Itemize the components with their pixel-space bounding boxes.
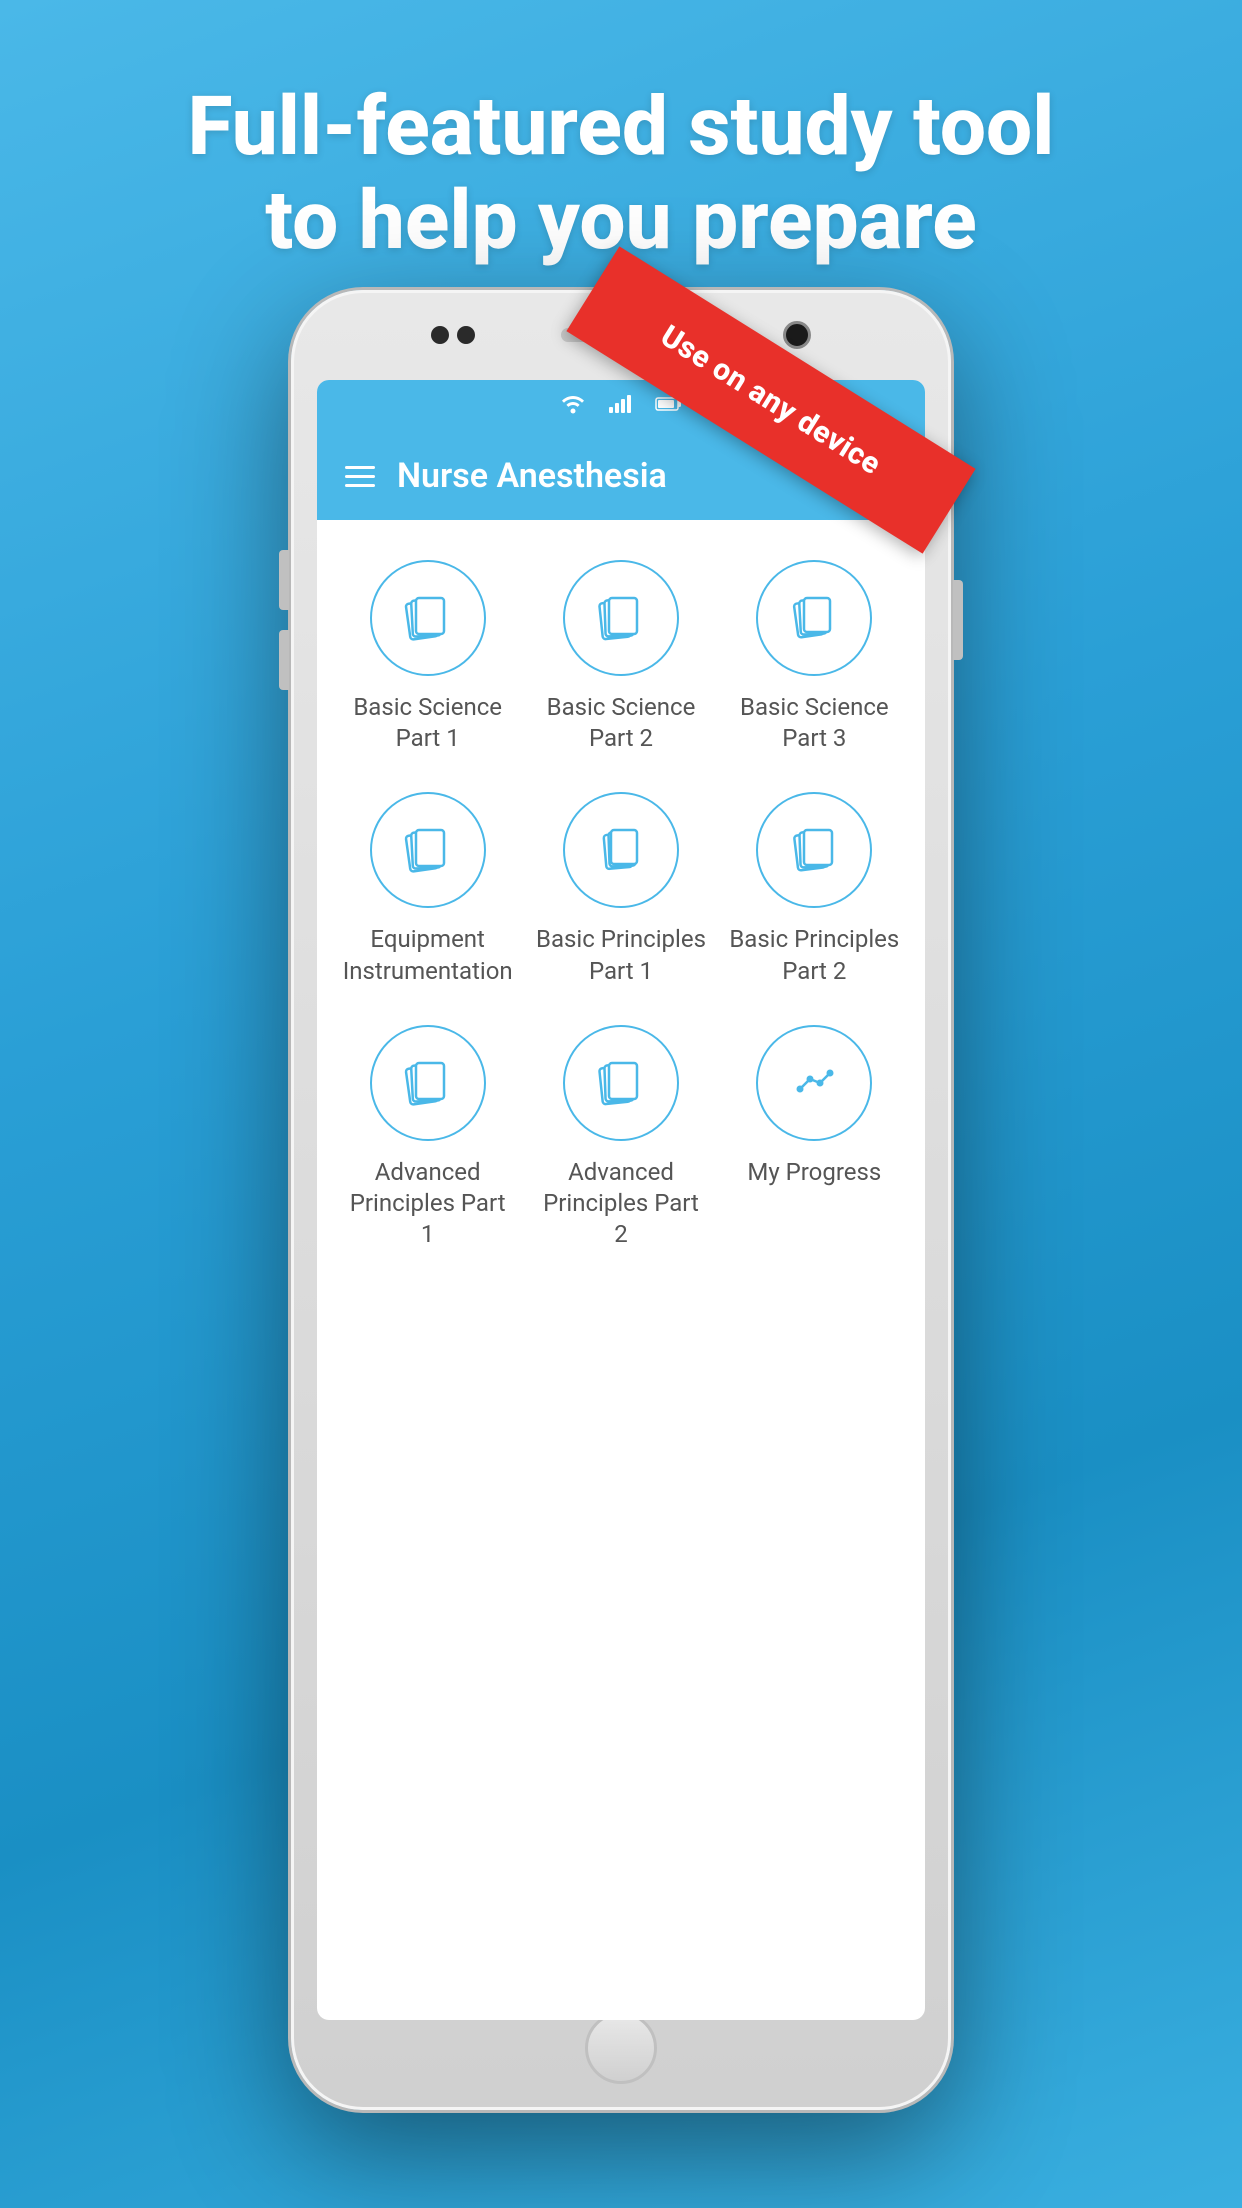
basic-principles-1-label: Basic PrinciplesPart 1 [536,924,706,986]
advanced-1-label: AdvancedPrinciples Part 1 [341,1157,514,1251]
basic-science-1-label: Basic SciencePart 1 [353,692,502,754]
basic-science-3-icon [756,560,872,676]
front-sensor-1 [431,326,449,344]
basic-science-2-label: Basic SciencePart 2 [547,692,696,754]
hero-line1: Full-featured study tool [188,80,1055,174]
phone-screen: Nurse Anesthesia [317,380,925,2020]
equipment-icon [370,792,486,908]
equipment-label: EquipmentInstrumentation [343,924,513,986]
advanced-1-icon [370,1025,486,1141]
progress-label: My Progress [747,1157,881,1188]
app-title: Nurse Anesthesia [397,456,831,496]
progress-icon [756,1025,872,1141]
advanced-2-icon [563,1025,679,1141]
grid-item-advanced-1[interactable]: AdvancedPrinciples Part 1 [335,1013,520,1267]
signal-icon [607,393,635,420]
front-sensor-2 [457,326,475,344]
volume-down-button[interactable] [279,630,289,690]
grid-item-basic-science-2[interactable]: Basic SciencePart 2 [528,548,713,770]
camera [783,321,811,349]
grid-item-basic-science-1[interactable]: Basic SciencePart 1 [335,548,520,770]
basic-science-3-label: Basic SciencePart 3 [740,692,889,754]
grid-item-my-progress[interactable]: My Progress [722,1013,907,1267]
basic-science-1-icon [370,560,486,676]
power-button[interactable] [953,580,963,660]
grid-item-basic-science-3[interactable]: Basic SciencePart 3 [722,548,907,770]
phone-mockup: Use on any device [291,290,951,2110]
grid-item-basic-principles-2[interactable]: Basic PrinciplesPart 2 [722,780,907,1002]
study-grid: Basic SciencePart 1 Basic SciencePart 2 [317,520,925,1294]
grid-item-basic-principles-1[interactable]: Basic PrinciplesPart 1 [528,780,713,1002]
grid-item-equipment[interactable]: EquipmentInstrumentation [335,780,520,1002]
basic-principles-2-icon [756,792,872,908]
home-button[interactable] [585,2012,657,2084]
basic-principles-1-icon [563,792,679,908]
wifi-icon [559,393,587,420]
basic-science-2-icon [563,560,679,676]
grid-item-advanced-2[interactable]: AdvancedPrinciples Part 2 [528,1013,713,1267]
menu-button[interactable] [345,466,375,487]
hero-text: Full-featured study tool to help you pre… [108,80,1135,269]
basic-principles-2-label: Basic PrinciplesPart 2 [729,924,899,986]
volume-up-button[interactable] [279,550,289,610]
advanced-2-label: AdvancedPrinciples Part 2 [534,1157,707,1251]
